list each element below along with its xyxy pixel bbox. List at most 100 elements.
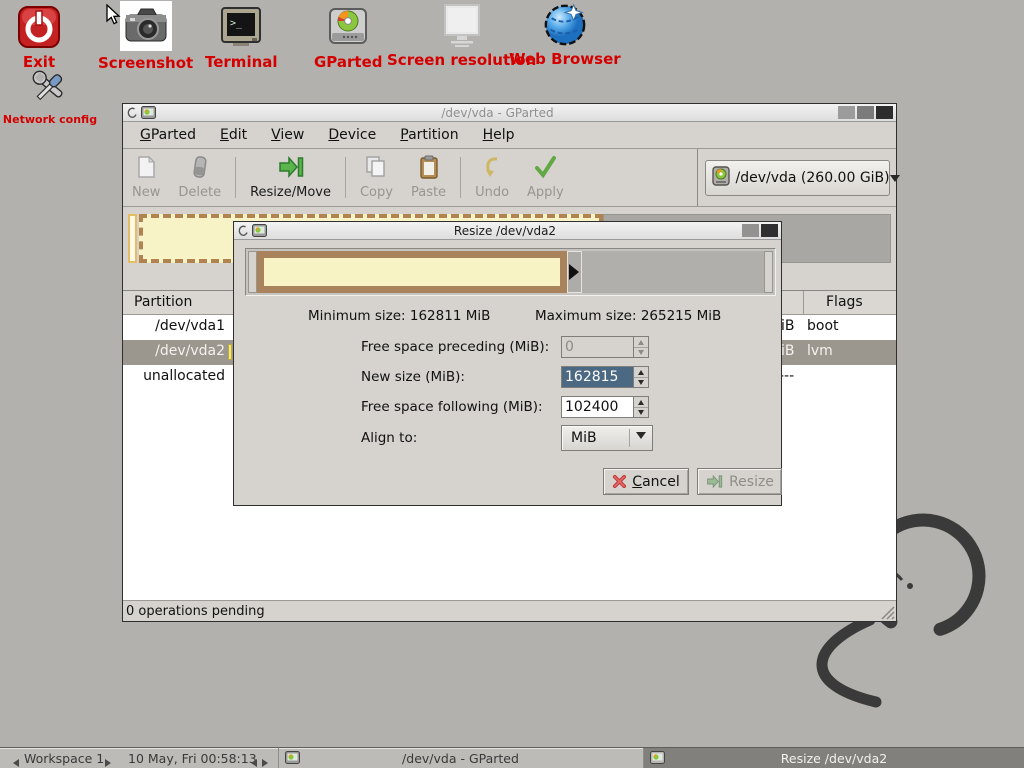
icon-label: Screenshot — [98, 54, 193, 72]
apply-icon — [533, 155, 557, 183]
menu-help[interactable]: Help — [471, 123, 527, 147]
desktop-icon-gparted[interactable]: GParted — [314, 4, 383, 71]
field-row-following: Free space following (MiB): 102400 — [234, 396, 781, 418]
dialog-title: Resize /dev/vda2 — [270, 224, 740, 238]
task-gparted-main[interactable]: /dev/vda - GParted — [278, 748, 642, 768]
debian-swirl-icon — [126, 106, 138, 120]
left-resize-handle[interactable] — [248, 251, 257, 293]
debian-swirl-icon — [237, 224, 249, 238]
column-separator — [803, 291, 804, 314]
resize-grip[interactable] — [881, 606, 895, 620]
dialog-close-button[interactable] — [761, 224, 778, 237]
minimize-button[interactable] — [838, 106, 855, 119]
partition-size-bar[interactable] — [257, 251, 567, 293]
desktop-icon-terminal[interactable]: >_ Terminal — [205, 4, 278, 71]
partition-color-swatch — [228, 344, 232, 360]
desktop-icon-exit[interactable]: Exit — [16, 4, 62, 71]
spin-buttons[interactable] — [633, 337, 648, 357]
gparted-titlebar[interactable]: /dev/vda - GParted — [123, 104, 896, 122]
tasklist-next-arrow[interactable] — [262, 755, 272, 768]
undo-button[interactable]: Undo — [466, 149, 518, 206]
tasklist-prev-arrow[interactable] — [247, 755, 257, 768]
desktop-icon-web-browser[interactable]: Web Browser — [509, 1, 621, 68]
paste-button[interactable]: Paste — [402, 149, 455, 206]
header-partition[interactable]: Partition — [134, 294, 192, 310]
operations-pending-text: 0 operations pending — [126, 604, 265, 619]
menu-partition[interactable]: Partition — [388, 123, 470, 147]
icon-label: Terminal — [205, 53, 278, 71]
new-partition-icon — [135, 155, 157, 183]
toolbar: New Delete Resize/Move Copy Paste — [123, 149, 896, 207]
resize-move-icon — [278, 155, 304, 183]
chevron-down-icon — [630, 432, 652, 444]
task-title: Resize /dev/vda2 — [644, 751, 1024, 766]
field-row-new-size: New size (MiB): 162815 — [234, 366, 781, 388]
header-flags[interactable]: Flags — [826, 294, 886, 310]
align-to-dropdown[interactable]: MiB — [561, 425, 653, 451]
gparted-mini-icon — [252, 224, 267, 237]
power-icon — [16, 4, 62, 50]
undo-icon — [481, 155, 503, 183]
chevron-down-icon[interactable] — [890, 169, 900, 187]
workspace-prev-arrow[interactable] — [9, 755, 19, 768]
spin-buttons[interactable] — [633, 397, 648, 417]
free-space-preceding-input[interactable]: 0 — [561, 336, 649, 358]
status-bar: 0 operations pending — [123, 600, 896, 621]
monitor-icon — [439, 2, 485, 48]
resize-button[interactable]: Resize — [697, 468, 782, 495]
menu-view[interactable]: View — [259, 123, 316, 147]
camera-icon — [120, 1, 172, 51]
workspace-next-arrow[interactable] — [105, 755, 115, 768]
right-resize-handle[interactable] — [567, 251, 582, 293]
spin-buttons[interactable] — [633, 367, 648, 387]
task-resize-dialog[interactable]: Resize /dev/vda2 — [643, 748, 1024, 768]
workspace-label: Workspace 1 — [24, 751, 104, 766]
menubar: GParted Edit View Device Partition Help — [123, 122, 896, 149]
far-right-handle[interactable] — [764, 251, 773, 293]
resize-slider — [245, 248, 776, 296]
apply-button[interactable]: Apply — [518, 149, 573, 206]
resize-move-button[interactable]: Resize/Move — [241, 149, 340, 206]
icon-label: Web Browser — [509, 50, 621, 68]
icon-label: Network config — [3, 113, 97, 126]
device-panel: /dev/vda (260.00 GiB) — [697, 149, 896, 206]
terminal-icon: >_ — [218, 4, 264, 50]
dialog-minimize-button[interactable] — [742, 224, 759, 237]
copy-button[interactable]: Copy — [351, 149, 402, 206]
new-size-input[interactable]: 162815 — [561, 366, 649, 388]
icon-label: GParted — [314, 53, 383, 71]
maximize-button[interactable] — [857, 106, 874, 119]
toolbar-separator — [345, 157, 346, 198]
menu-device[interactable]: Device — [316, 123, 388, 147]
drive-icon — [712, 166, 730, 190]
gparted-drive-icon — [325, 4, 371, 50]
maximum-size-label: Maximum size: 265215 MiB — [535, 308, 721, 324]
copy-icon — [364, 155, 388, 183]
desktop-icon-network-config[interactable]: Network config — [8, 64, 92, 126]
resize-arrow-icon — [705, 474, 724, 489]
menu-gparted[interactable]: GParted — [128, 123, 208, 147]
mouse-cursor — [106, 4, 121, 25]
delete-button[interactable]: Delete — [169, 149, 230, 206]
delete-icon — [189, 155, 211, 183]
toolbar-separator — [460, 157, 461, 198]
menu-edit[interactable]: Edit — [208, 123, 259, 147]
close-button[interactable] — [876, 106, 893, 119]
task-title: /dev/vda - GParted — [279, 751, 642, 766]
resize-dialog: Resize /dev/vda2 Minimum size: 162811 Mi… — [233, 221, 782, 506]
cancel-button[interactable]: Cancel — [603, 468, 689, 495]
free-space-bar — [582, 251, 764, 293]
globe-icon — [542, 1, 588, 47]
paste-icon — [418, 155, 440, 183]
visual-partition-vda1[interactable] — [128, 214, 137, 263]
free-space-following-input[interactable]: 102400 — [561, 396, 649, 418]
dialog-titlebar[interactable]: Resize /dev/vda2 — [234, 222, 781, 240]
cancel-x-icon — [612, 474, 627, 489]
minimum-size-label: Minimum size: 162811 MiB — [308, 308, 490, 324]
new-button[interactable]: New — [123, 149, 169, 206]
taskbar: Workspace 1 10 May, Fri 00:58:13 /dev/vd… — [0, 747, 1024, 768]
tools-icon — [27, 64, 73, 110]
svg-text:>_: >_ — [230, 18, 243, 29]
clock: 10 May, Fri 00:58:13 — [128, 751, 257, 766]
device-selector[interactable]: /dev/vda (260.00 GiB) — [705, 160, 890, 196]
